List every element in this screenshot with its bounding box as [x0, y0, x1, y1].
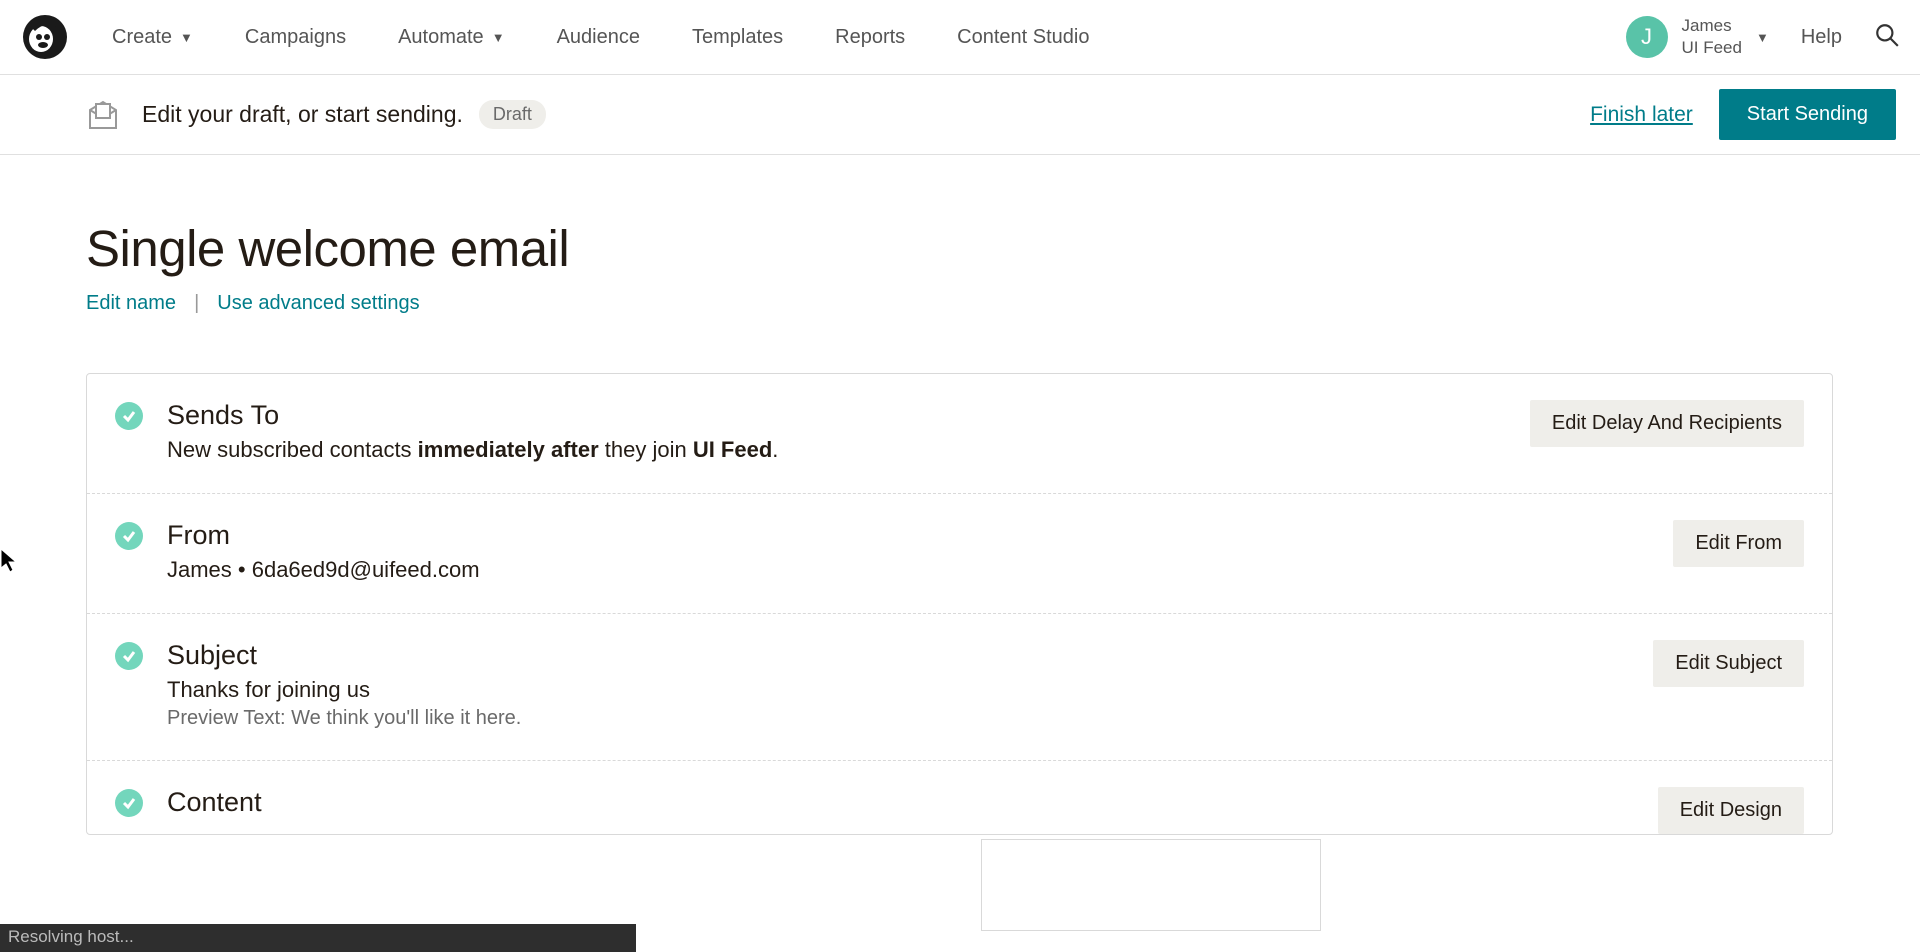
- chevron-down-icon: ▼: [1756, 30, 1769, 45]
- subject-preview: Preview Text: We think you'll like it he…: [167, 707, 1653, 730]
- from-section: From James • 6da6ed9d@uifeed.com Edit Fr…: [87, 493, 1832, 613]
- edit-subject-button[interactable]: Edit Subject: [1653, 640, 1804, 687]
- edit-delay-recipients-button[interactable]: Edit Delay And Recipients: [1530, 400, 1804, 447]
- user-name: James: [1682, 15, 1742, 37]
- search-icon[interactable]: [1874, 22, 1900, 53]
- chevron-down-icon: ▼: [492, 30, 505, 45]
- sends-to-section: Sends To New subscribed contacts immedia…: [87, 374, 1832, 493]
- section-title: Content: [167, 787, 1658, 818]
- check-icon: [115, 402, 143, 430]
- main-content: Single welcome email Edit name | Use adv…: [0, 155, 1920, 835]
- automation-panel: Sends To New subscribed contacts immedia…: [86, 373, 1833, 835]
- title-links: Edit name | Use advanced settings: [86, 292, 1896, 315]
- section-title: Subject: [167, 640, 1653, 671]
- section-title: Sends To: [167, 400, 1530, 431]
- help-link[interactable]: Help: [1801, 26, 1842, 49]
- content-section: Content Edit Design: [87, 760, 1832, 834]
- user-text: James UI Feed: [1682, 15, 1742, 59]
- draft-title: Edit your draft, or start sending.: [142, 101, 463, 128]
- nav-automate[interactable]: Automate▼: [398, 26, 504, 49]
- advanced-settings-link[interactable]: Use advanced settings: [217, 292, 419, 315]
- chevron-down-icon: ▼: [180, 30, 193, 45]
- content-thumbnail[interactable]: [981, 839, 1321, 931]
- subject-section: Subject Thanks for joining us Preview Te…: [87, 613, 1832, 760]
- draft-envelope-icon: [86, 98, 120, 132]
- user-menu[interactable]: J James UI Feed ▼: [1626, 15, 1769, 59]
- finish-later-link[interactable]: Finish later: [1590, 103, 1693, 127]
- check-icon: [115, 522, 143, 550]
- edit-name-link[interactable]: Edit name: [86, 292, 176, 315]
- status-badge: Draft: [479, 100, 546, 129]
- cursor-icon: [0, 548, 18, 579]
- subject-desc: Thanks for joining us: [167, 677, 1653, 703]
- sends-to-desc: New subscribed contacts immediately afte…: [167, 437, 1530, 463]
- mailchimp-logo[interactable]: [20, 12, 70, 62]
- start-sending-button[interactable]: Start Sending: [1719, 89, 1896, 140]
- nav-reports[interactable]: Reports: [835, 26, 905, 49]
- separator: |: [194, 292, 199, 315]
- nav-campaigns[interactable]: Campaigns: [245, 26, 346, 49]
- action-bar: Edit your draft, or start sending. Draft…: [0, 75, 1920, 155]
- edit-design-button[interactable]: Edit Design: [1658, 787, 1804, 834]
- top-nav: Create▼ Campaigns Automate▼ Audience Tem…: [0, 0, 1920, 75]
- nav-items: Create▼ Campaigns Automate▼ Audience Tem…: [112, 26, 1089, 49]
- nav-content-studio[interactable]: Content Studio: [957, 26, 1089, 49]
- nav-templates[interactable]: Templates: [692, 26, 783, 49]
- avatar: J: [1626, 16, 1668, 58]
- nav-create[interactable]: Create▼: [112, 26, 193, 49]
- user-account: UI Feed: [1682, 37, 1742, 59]
- check-icon: [115, 789, 143, 817]
- section-title: From: [167, 520, 1673, 551]
- nav-right: J James UI Feed ▼ Help: [1626, 15, 1901, 59]
- browser-status-bar: Resolving host...: [0, 924, 636, 952]
- page-title: Single welcome email: [86, 219, 1896, 278]
- check-icon: [115, 642, 143, 670]
- nav-audience[interactable]: Audience: [557, 26, 640, 49]
- from-desc: James • 6da6ed9d@uifeed.com: [167, 557, 1673, 583]
- edit-from-button[interactable]: Edit From: [1673, 520, 1804, 567]
